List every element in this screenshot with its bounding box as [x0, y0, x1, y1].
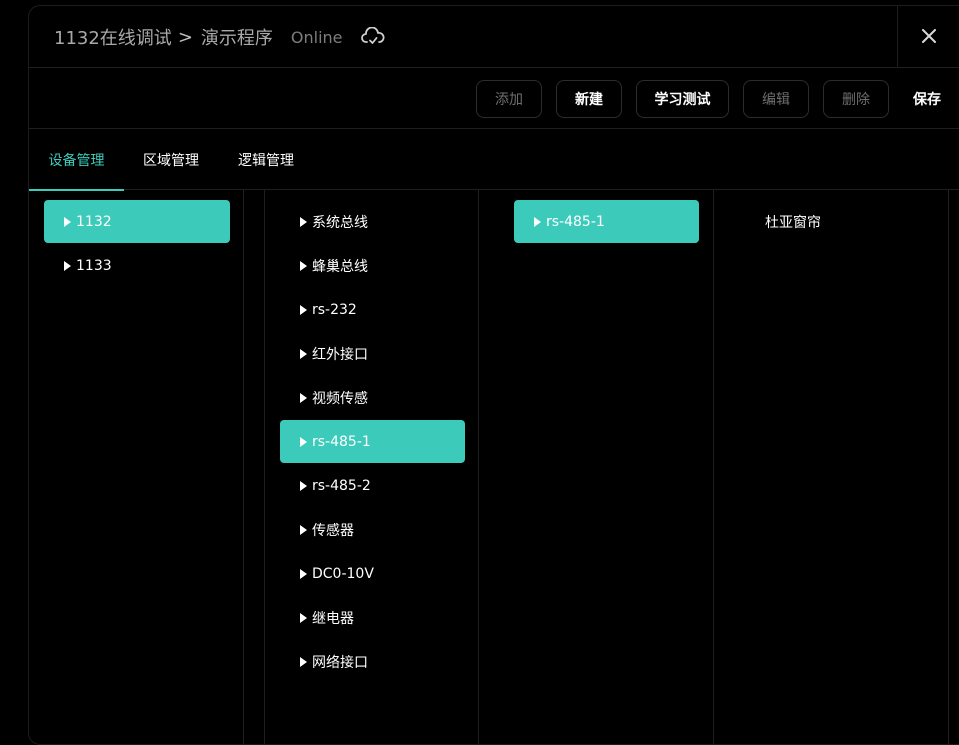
device-list: 1132 1133	[29, 190, 243, 744]
list-item-interface[interactable]: rs-485-1	[280, 420, 465, 463]
list-item-interface[interactable]: rs-485-2	[280, 464, 465, 507]
tab-area-management[interactable]: 区域管理	[135, 129, 207, 190]
list-item-interface[interactable]: 视频传感	[280, 376, 465, 419]
caret-right-icon	[534, 216, 541, 227]
save-button[interactable]: 保存	[903, 80, 951, 118]
list-item-label: rs-485-1	[312, 433, 371, 450]
cloud-sync-icon[interactable]	[360, 27, 385, 47]
list-item-interface[interactable]: DC0-10V	[280, 552, 465, 595]
list-item-label: 红外接口	[312, 346, 368, 363]
caret-right-icon	[300, 260, 307, 271]
list-item-label: 1133	[76, 257, 112, 274]
list-item-interface[interactable]: 蜂巢总线	[280, 244, 465, 287]
breadcrumb-item-device[interactable]: 1132在线调试	[54, 24, 172, 50]
connection-status: Online	[290, 27, 343, 47]
list-item-label: 视频传感	[312, 390, 368, 407]
delete-button[interactable]: 删除	[823, 80, 889, 118]
edit-button[interactable]: 编辑	[743, 80, 809, 118]
tab-device-management[interactable]: 设备管理	[29, 129, 124, 191]
close-icon	[921, 28, 936, 47]
learn-test-button[interactable]: 学习测试	[636, 80, 729, 118]
toolbar: 添加 新建 学习测试 编辑 删除 保存	[29, 68, 959, 129]
list-item-label: 网络接口	[312, 654, 368, 671]
breadcrumb-separator: >	[177, 26, 193, 48]
list-item-label: 传感器	[312, 522, 354, 539]
list-item-interface[interactable]: rs-232	[280, 288, 465, 331]
list-item-label: 蜂巢总线	[312, 258, 368, 275]
list-item-interface[interactable]: 系统总线	[280, 200, 465, 243]
column-divider	[243, 190, 244, 744]
list-item-endpoint[interactable]: 杜亚窗帘	[765, 200, 925, 243]
column-divider	[948, 190, 949, 744]
breadcrumb-item-program[interactable]: 演示程序	[201, 24, 273, 50]
list-item-label: 系统总线	[312, 214, 368, 231]
list-item-label: 1132	[76, 213, 112, 230]
caret-right-icon	[64, 260, 71, 271]
caret-right-icon	[300, 304, 307, 315]
caret-right-icon	[300, 480, 307, 491]
tab-logic-management[interactable]: 逻辑管理	[229, 129, 303, 190]
breadcrumb: 1132在线调试 > 演示程序 Online	[54, 6, 385, 68]
endpoint-list: 杜亚窗帘	[714, 190, 948, 744]
new-button[interactable]: 新建	[556, 80, 622, 118]
close-button[interactable]	[897, 6, 959, 68]
tab-bar: 设备管理 区域管理 逻辑管理	[29, 129, 959, 191]
list-item-port[interactable]: rs-485-1	[514, 200, 699, 243]
list-item-label: DC0-10V	[312, 565, 374, 582]
caret-right-icon	[300, 392, 307, 403]
list-item-label: rs-485-2	[312, 477, 371, 494]
list-item-interface[interactable]: 传感器	[280, 508, 465, 551]
caret-right-icon	[300, 216, 307, 227]
caret-right-icon	[300, 524, 307, 535]
list-item-interface[interactable]: 继电器	[280, 596, 465, 639]
debug-panel: 1132在线调试 > 演示程序 Online 添加 新建 学习测试 编辑 删除	[28, 5, 959, 745]
list-item-interface[interactable]: 红外接口	[280, 332, 465, 375]
caret-right-icon	[64, 216, 71, 227]
caret-right-icon	[300, 436, 307, 447]
list-item-label: 继电器	[312, 610, 354, 627]
list-item-device[interactable]: 1132	[44, 200, 230, 243]
interface-list: 系统总线 蜂巢总线 rs-232 红外接口 视频传感 rs-485-1 rs-4…	[265, 190, 478, 744]
caret-right-icon	[300, 612, 307, 623]
list-item-interface[interactable]: 网络接口	[280, 640, 465, 683]
panel-header: 1132在线调试 > 演示程序 Online	[29, 6, 959, 68]
list-item-label: rs-485-1	[546, 213, 605, 230]
caret-right-icon	[300, 656, 307, 667]
add-button[interactable]: 添加	[476, 80, 542, 118]
list-item-device[interactable]: 1133	[44, 244, 230, 287]
list-item-label: rs-232	[312, 301, 357, 318]
caret-right-icon	[300, 568, 307, 579]
caret-right-icon	[300, 348, 307, 359]
port-list: rs-485-1	[479, 190, 713, 744]
